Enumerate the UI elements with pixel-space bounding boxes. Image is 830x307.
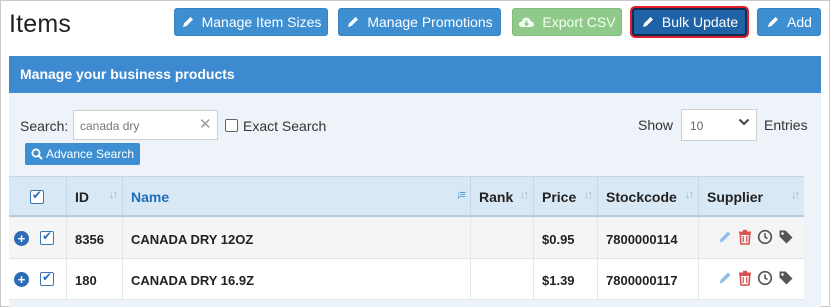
column-header-supplier-label: Supplier [707,189,764,205]
manage-promotions-button[interactable]: Manage Promotions [338,8,501,36]
cell-id: 8356 [67,218,123,258]
show-label: Show [638,117,674,133]
table-row: + 180 CANADA DRY 16.9Z $1.39 7800000117 [9,259,804,300]
column-header-stockcode[interactable]: Stockcode ↓↑ [598,177,699,216]
pencil-icon [768,17,779,27]
sort-icon: ↓↑ [685,189,694,201]
search-input[interactable]: canada dry [73,110,218,140]
bulk-update-label: Bulk Update [661,14,739,30]
row-select-cell: + [9,259,67,299]
export-csv-button[interactable]: Export CSV [512,8,622,36]
chevron-down-icon [738,118,750,126]
column-header-id[interactable]: ID ↓↑ [67,177,123,216]
cell-name: CANADA DRY 12OZ [123,218,471,258]
sort-icon: ↓↑ [791,189,800,201]
expand-plus-icon[interactable]: + [14,231,29,246]
column-header-price-label: Price [542,189,577,205]
panel-header: Manage your business products [9,56,821,93]
exact-search-label: Exact Search [243,118,327,134]
advance-search-label: Advance Search [45,147,135,161]
select-all-header [9,177,67,216]
tag-icon[interactable] [778,229,794,245]
cell-price: $0.95 [534,218,598,258]
row-actions [717,270,794,286]
cell-price: $1.39 [534,259,598,299]
column-header-stockcode-label: Stockcode [606,189,677,205]
table-row: + 8356 CANADA DRY 12OZ $0.95 7800000114 [9,218,804,259]
column-header-rank-label: Rank [479,189,514,205]
cell-id: 180 [67,259,123,299]
add-button[interactable]: Add [757,8,821,36]
clock-icon[interactable] [757,270,773,286]
search-icon [31,148,43,160]
edit-icon[interactable] [717,270,733,286]
export-csv-label: Export CSV [542,14,616,30]
expand-plus-icon[interactable]: + [14,272,29,287]
column-header-name-label: Name [131,189,170,205]
table-header: ID ↓↑ Name ↓≡ Rank ↓↑ Price ↓↑ Stockcode ↓↑ S… [9,176,804,217]
row-checkbox[interactable] [40,229,54,245]
search-label: Search: [20,118,69,134]
sort-icon: ↓↑ [520,189,529,201]
bulk-update-button[interactable]: Bulk Update [632,8,747,36]
column-header-supplier[interactable]: Supplier ↓↑ [699,177,804,216]
row-select-cell: + [9,218,67,258]
column-header-name[interactable]: Name ↓≡ [123,177,471,216]
pencil-icon [642,17,653,27]
column-header-id-label: ID [75,189,89,205]
sort-icon: ↓↑ [584,189,593,201]
manage-item-sizes-button[interactable]: Manage Item Sizes [174,8,328,36]
cell-stockcode: 7800000114 [598,218,699,258]
cloud-download-icon [519,17,535,27]
select-all-checkbox[interactable] [30,188,44,204]
column-header-price[interactable]: Price ↓↑ [534,177,598,216]
advance-search-button[interactable]: Advance Search [25,143,140,165]
cell-rank [471,259,534,299]
pencil-icon [182,17,193,27]
edit-icon[interactable] [717,229,733,245]
clock-icon[interactable] [757,229,773,245]
pencil-icon [348,17,359,27]
page-title: Items [9,10,72,38]
sort-icon: ↓↑ [109,189,118,201]
manage-promotions-label: Manage Promotions [367,14,493,30]
manage-item-sizes-label: Manage Item Sizes [201,14,322,30]
tag-icon[interactable] [778,270,794,286]
row-checkbox[interactable] [40,270,54,286]
exact-search-checkbox[interactable] [225,119,238,132]
sort-ascending-icon: ↓≡ [456,189,466,201]
cell-name: CANADA DRY 16.9Z [123,259,471,299]
add-label: Add [787,14,812,30]
row-actions [717,229,794,245]
column-header-rank[interactable]: Rank ↓↑ [471,177,534,216]
cell-rank [471,218,534,258]
trash-icon[interactable] [738,270,752,286]
cell-stockcode: 7800000117 [598,259,699,299]
clear-icon[interactable]: ✕ [199,115,212,133]
entries-label: Entries [764,117,808,133]
trash-icon[interactable] [738,229,752,245]
